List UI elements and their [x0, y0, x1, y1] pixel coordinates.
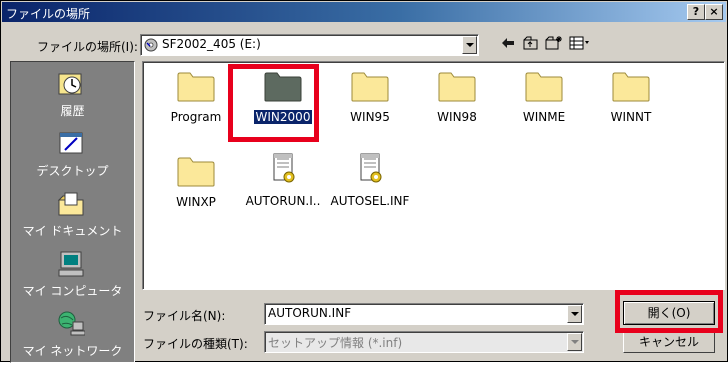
place-history[interactable]: 履歴: [11, 66, 134, 128]
filetype-dropdown-button: [567, 333, 582, 351]
file-item-win98[interactable]: WIN98: [412, 72, 494, 132]
places-bar: 履歴 デスクトップ マイ ドキュメント マイ コンピュータ マイ ネットワーク: [10, 61, 135, 363]
cd-drive-icon: [144, 38, 158, 52]
new-folder-icon[interactable]: [545, 36, 563, 52]
place-my-computer[interactable]: マイ コンピュータ: [11, 246, 134, 308]
file-item-autosel-inf[interactable]: AUTOSEL.INF: [325, 152, 409, 212]
my-network-icon: [58, 311, 85, 336]
filetype-label: ファイルの種類(T):: [143, 337, 248, 351]
folder-icon: [612, 72, 650, 102]
view-menu-icon[interactable]: [569, 36, 591, 52]
file-item-winnt[interactable]: WINNT: [586, 72, 668, 132]
filetype-combo: セットアップ情報 (*.inf): [264, 331, 584, 353]
file-name: AUTORUN.I..: [245, 194, 321, 208]
file-name: WIN95: [350, 110, 390, 124]
file-item-winme[interactable]: WINME: [499, 72, 581, 132]
place-my-documents[interactable]: マイ ドキュメント: [11, 186, 134, 248]
title-bar: ファイルの場所 ? ×: [2, 2, 726, 22]
location-label: ファイルの場所(I):: [37, 40, 138, 54]
place-label: マイ ネットワーク: [22, 344, 123, 358]
file-item-autorun-inf[interactable]: AUTORUN.I..: [238, 152, 320, 212]
filetype-value: セットアップ情報 (*.inf): [268, 336, 403, 350]
up-folder-icon[interactable]: [522, 36, 540, 52]
file-name: WIN98: [437, 110, 477, 124]
history-icon: [58, 73, 82, 95]
filename-value[interactable]: AUTORUN.INF: [268, 306, 351, 320]
location-dropdown-button[interactable]: [462, 36, 477, 54]
close-button[interactable]: ×: [705, 4, 723, 20]
place-label: マイ ドキュメント: [22, 224, 123, 238]
location-combo[interactable]: SF2002_405 (E:): [140, 34, 479, 56]
folder-icon: [525, 72, 563, 102]
highlight-box-open: [615, 290, 723, 333]
place-label: マイ コンピュータ: [22, 284, 123, 298]
folder-icon: [177, 157, 215, 187]
inf-file-icon: [360, 153, 382, 183]
file-item-program[interactable]: Program: [151, 72, 233, 132]
desktop-icon: [59, 132, 83, 154]
file-name: WINNT: [610, 110, 652, 124]
cancel-button[interactable]: キャンセル: [623, 331, 715, 353]
window-title: ファイルの場所: [6, 7, 91, 21]
file-open-dialog: ファイルの場所 ? × ファイルの場所(I): SF2002_405 (E:): [0, 0, 728, 363]
my-computer-icon: [58, 251, 84, 277]
inf-file-icon: [273, 153, 295, 183]
my-documents-icon: [57, 192, 84, 216]
file-item-win95[interactable]: WIN95: [325, 72, 407, 132]
file-name: AUTOSEL.INF: [330, 194, 410, 208]
folder-icon: [351, 72, 389, 102]
place-label: 履歴: [60, 104, 85, 118]
folder-icon: [438, 72, 476, 102]
filename-dropdown-button[interactable]: [567, 305, 582, 323]
help-button[interactable]: ?: [687, 4, 705, 20]
folder-icon: [177, 72, 215, 102]
filename-combo[interactable]: AUTORUN.INF: [264, 303, 584, 325]
file-item-winxp[interactable]: WINXP: [151, 157, 233, 217]
file-name: WINME: [522, 110, 566, 124]
filename-label: ファイル名(N):: [143, 309, 226, 323]
file-name: WINXP: [176, 195, 216, 209]
place-label: デスクトップ: [36, 164, 109, 178]
back-arrow-icon[interactable]: [499, 36, 517, 52]
place-my-network[interactable]: マイ ネットワーク: [11, 306, 134, 368]
place-desktop[interactable]: デスクトップ: [11, 126, 134, 188]
location-value: SF2002_405 (E:): [162, 37, 261, 51]
highlight-box-win2000: [228, 64, 319, 142]
